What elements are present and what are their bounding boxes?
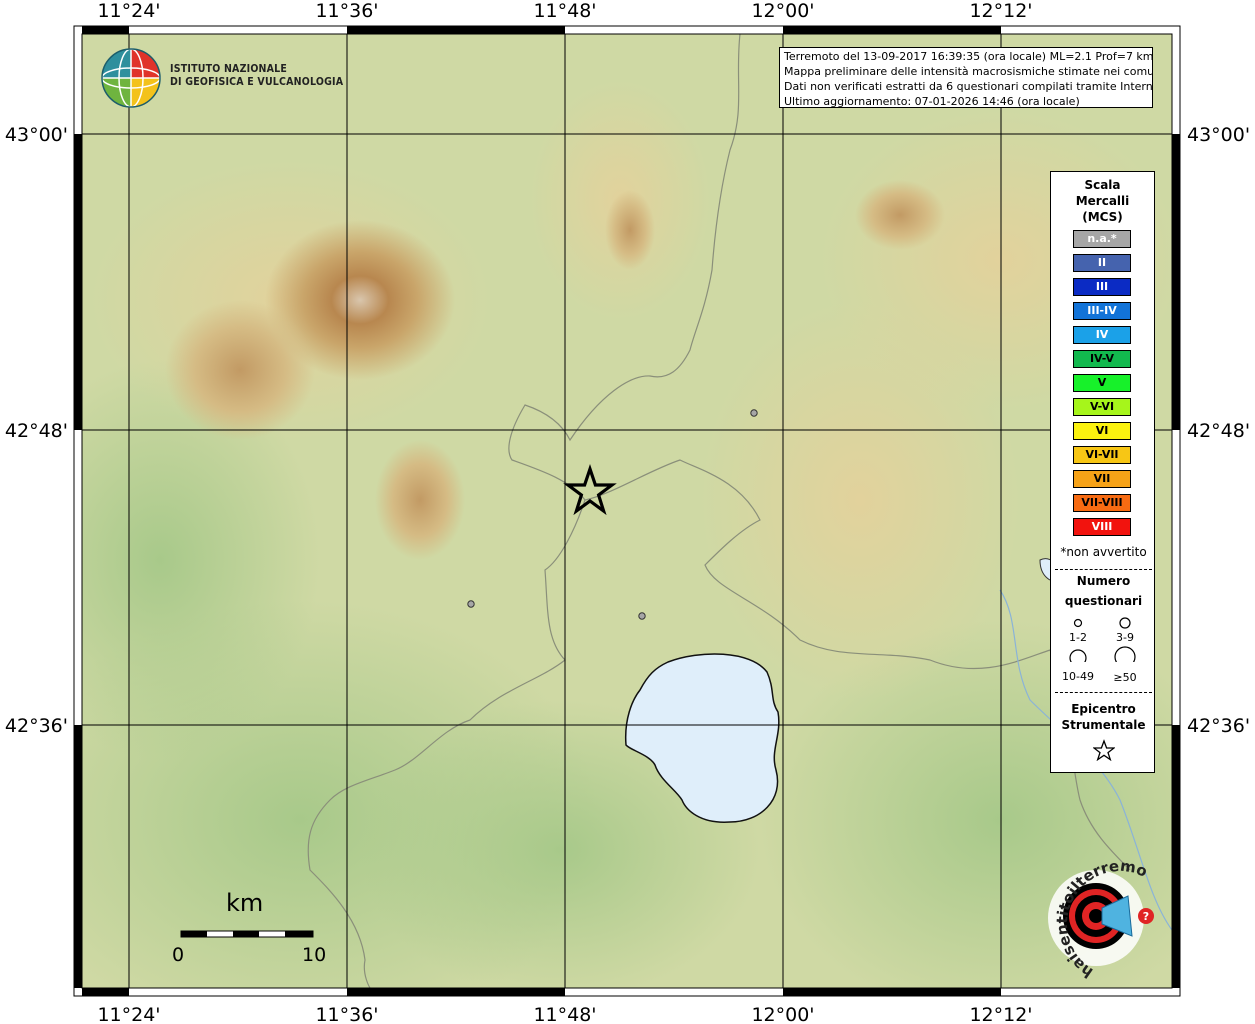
lat-label: 42°36' [1187,715,1250,737]
ingv-globe-icon [101,48,161,108]
legend-title-line: Scala [1084,178,1121,192]
ingv-line1: ISTITUTO NAZIONALE [170,63,288,75]
svg-text:?: ? [1143,910,1149,923]
report-point [467,600,475,608]
lon-label: 12°12' [969,0,1032,22]
ingv-line2: DI GEOFISICA E VULCANOLOGIA [170,76,344,88]
intensity-swatch: VII [1073,470,1131,488]
epicenter-legend-star-icon [1093,739,1115,761]
intensity-swatch: IV [1073,326,1131,344]
scale-unit: km [226,889,264,917]
legend-note: *non avvertito [1060,545,1147,559]
lon-labels-bottom: 11°24' 11°36' 11°48' 12°00' 12°12' [97,1004,1032,1024]
scale-start: 0 [172,944,185,966]
lat-label: 42°36' [5,715,68,737]
size-label: 10-49 [1062,670,1094,683]
lon-label: 12°00' [751,0,814,22]
size-label: 3-9 [1116,631,1134,644]
scale-end: 10 [302,944,327,966]
size-circle-large [1069,649,1087,662]
questionnaire-title: Numero [1076,574,1131,588]
questionnaire-title: questionari [1064,594,1143,608]
lon-label: 11°24' [97,0,160,22]
info-line: Dati non verificati estratti da 6 questi… [784,80,1153,93]
lat-label: 42°48' [5,420,68,442]
intensity-swatch: V-VI [1073,398,1131,416]
scale-bar [180,930,314,938]
intensity-swatch: VIII [1073,518,1131,536]
size-circle-xlarge [1114,646,1136,662]
size-label: ≥50 [1113,671,1137,684]
lon-label: 11°24' [97,1004,160,1024]
legend-title: Scala Mercalli (MCS) [1051,177,1154,225]
info-line: Mappa preliminare delle intensità macros… [784,65,1153,78]
intensity-swatch: III-IV [1073,302,1131,320]
ingv-logo-text: ISTITUTO NAZIONALE DI GEOFISICA E VULCAN… [170,63,343,89]
intensity-swatch: VI-VII [1073,446,1131,464]
lon-label: 11°48' [533,0,596,22]
info-line: Terremoto del 13-09-2017 16:39:35 (ora l… [784,50,1153,63]
epicenter-title: Strumentale [1061,718,1146,732]
report-point [638,612,646,620]
lon-label: 11°36' [315,1004,378,1024]
legend-panel: Scala Mercalli (MCS) n.a.* II III III-IV IV I… [1050,171,1155,773]
lon-label: 11°36' [315,0,378,22]
legend-separator [1055,692,1152,693]
info-line: Ultimo aggiornamento: 07-01-2026 14:46 (… [784,95,1080,108]
lat-labels-left: 43°00' 42°48' 42°36' [5,124,68,737]
lat-label: 42°48' [1187,420,1250,442]
intensity-swatch: V [1073,374,1131,392]
legend-title-line: Mercalli [1075,194,1130,208]
size-circle-small [1073,618,1083,628]
lat-label: 43°00' [1187,124,1250,146]
lon-labels-top: 11°24' 11°36' 11°48' 12°00' 12°12' [97,0,1032,22]
intensity-swatch: II [1073,254,1131,272]
intensity-swatch: n.a.* [1073,230,1131,248]
intensity-swatch: III [1073,278,1131,296]
lon-label: 12°00' [751,1004,814,1024]
epicenter-title: Epicentro [1071,702,1136,716]
size-label: 1-2 [1069,631,1087,644]
intensity-swatch: VI [1073,422,1131,440]
intensity-swatch: IV-V [1073,350,1131,368]
event-info-box: Terremoto del 13-09-2017 16:39:35 (ora l… [779,47,1153,108]
lon-label: 11°48' [533,1004,596,1024]
legend-title-line: (MCS) [1082,210,1123,224]
intensity-swatch: VII-VIII [1073,494,1131,512]
report-point [750,409,758,417]
size-circle-medium [1119,617,1131,629]
lat-labels-right: 43°00' 42°48' 42°36' [1187,124,1250,737]
lon-label: 12°12' [969,1004,1032,1024]
lat-label: 43°00' [5,124,68,146]
legend-separator [1055,569,1152,570]
